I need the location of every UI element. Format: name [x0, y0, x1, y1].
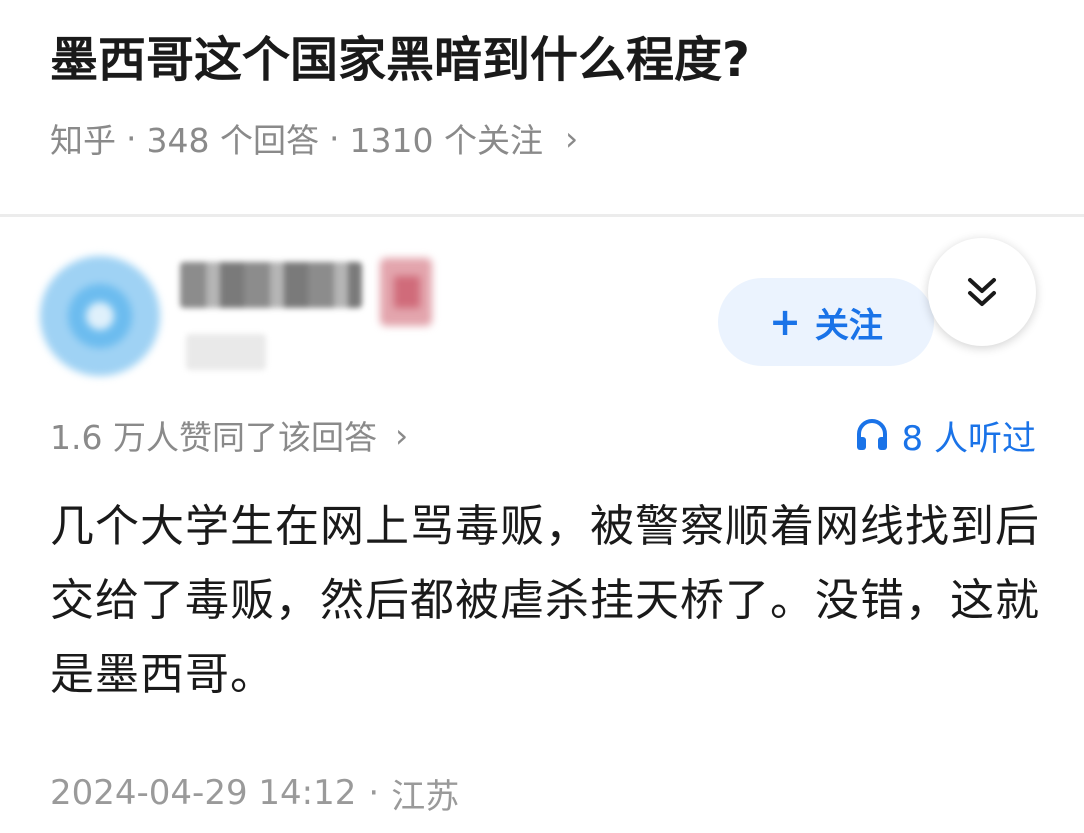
- double-chevron-down-icon: [968, 278, 996, 306]
- follow-button[interactable]: + 关注: [718, 278, 934, 366]
- meta-separator: ·: [328, 118, 340, 158]
- meta-separator: ·: [126, 118, 137, 158]
- avatar[interactable]: [40, 256, 160, 376]
- author-badge-blurred: [380, 258, 432, 326]
- chevron-right-icon: ›: [394, 415, 409, 455]
- section-divider: [0, 214, 1084, 217]
- chevron-right-icon: ›: [564, 118, 579, 158]
- listen-count: 8 人听过: [901, 418, 1036, 459]
- source-label: 知乎: [50, 121, 116, 160]
- meta-separator: ·: [368, 773, 380, 813]
- question-meta[interactable]: 知乎 · 348 个回答 · 1310 个关注 ›: [50, 112, 578, 164]
- follower-count: 1310 个关注: [349, 121, 543, 160]
- author-subtitle-blurred: [186, 334, 266, 370]
- answer-page: 墨西哥这个国家黑暗到什么程度? 知乎 · 348 个回答 · 1310 个关注 …: [0, 0, 1084, 833]
- answer-meta: 2024-04-29 14:12 · 江苏: [50, 768, 459, 818]
- follow-label: 关注: [814, 305, 883, 346]
- plus-icon: +: [769, 300, 801, 344]
- answer-location: 江苏: [391, 776, 460, 817]
- answer-timestamp: 2024-04-29 14:12: [50, 773, 357, 813]
- collapse-button[interactable]: [928, 238, 1036, 346]
- answer-count: 348 个回答: [146, 121, 319, 160]
- question-title[interactable]: 墨西哥这个国家黑暗到什么程度?: [50, 26, 750, 94]
- listen-button[interactable]: 8 人听过: [854, 410, 1036, 460]
- answer-body[interactable]: 几个大学生在网上骂毒贩，被警察顺着网线找到后交给了毒贩，然后都被虐杀挂天桥了。没…: [50, 490, 1040, 712]
- upvote-text: 1.6 万人赞同了该回答: [50, 418, 377, 457]
- author-name-blurred[interactable]: [180, 262, 362, 308]
- upvote-summary[interactable]: 1.6 万人赞同了该回答 ›: [50, 410, 408, 460]
- headphones-icon: [856, 419, 887, 450]
